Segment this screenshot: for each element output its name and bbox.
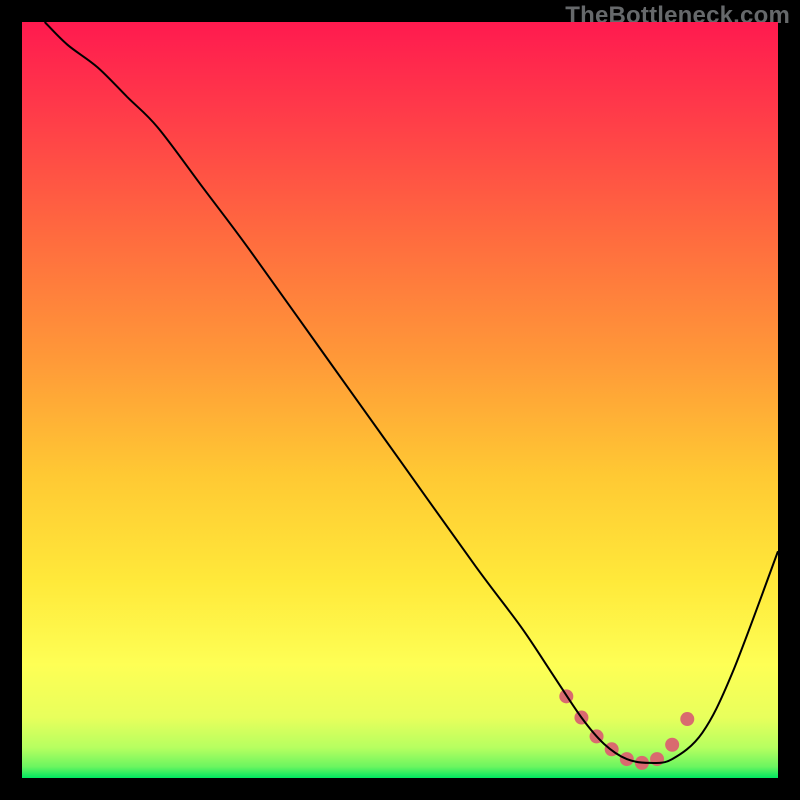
highlight-dot	[680, 712, 694, 726]
chart-svg	[22, 22, 778, 778]
chart-stage: TheBottleneck.com	[0, 0, 800, 800]
plot-area	[22, 22, 778, 778]
gradient-background	[22, 22, 778, 778]
highlight-dot	[650, 752, 664, 766]
highlight-dot	[665, 738, 679, 752]
